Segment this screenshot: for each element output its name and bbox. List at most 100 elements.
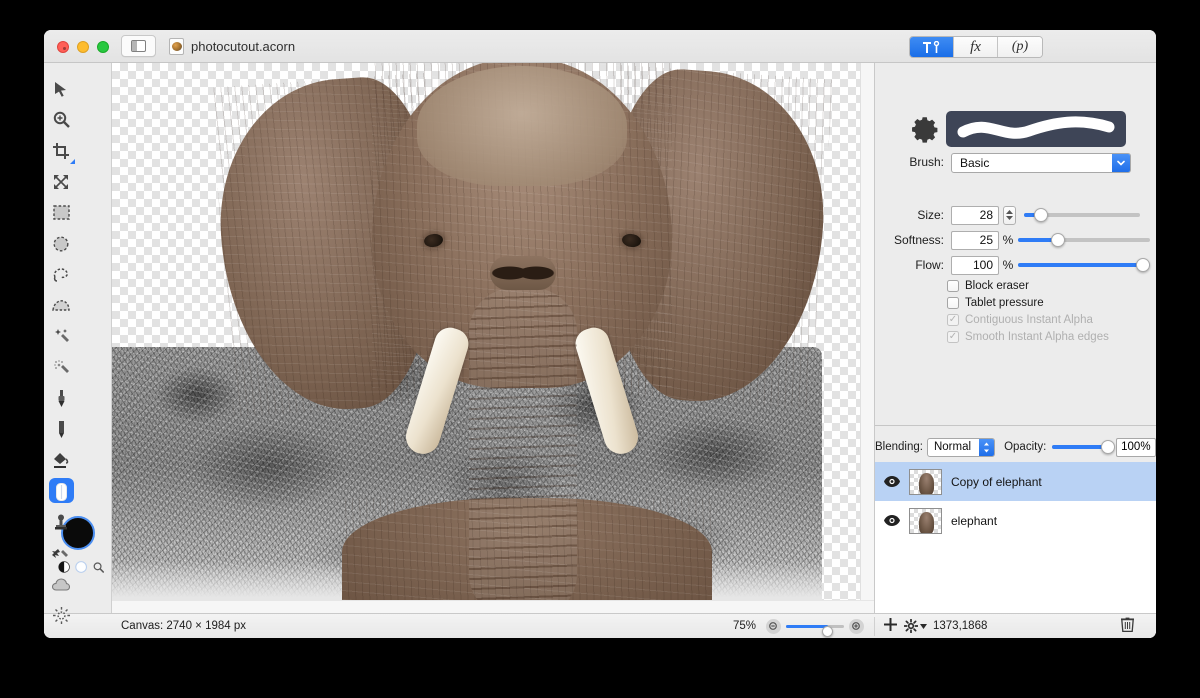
canvas-horizontal-scrollbar[interactable] <box>112 600 874 613</box>
magic-wand-tool[interactable] <box>44 321 78 352</box>
elephant-layer-image <box>210 63 834 613</box>
checkbox-label: Contiguous Instant Alpha <box>965 314 1093 326</box>
delete-layer-button[interactable] <box>1121 617 1134 635</box>
lasso-tool[interactable] <box>44 259 78 290</box>
chevron-down-icon <box>920 623 927 629</box>
brush-label: Brush: <box>909 155 944 169</box>
stepper-chevrons-icon[interactable] <box>979 438 995 456</box>
layer-name: Copy of elephant <box>951 474 1042 489</box>
paint-bucket-tool[interactable] <box>44 445 78 476</box>
background-color-swatch[interactable] <box>75 559 88 575</box>
elephant-forehead <box>417 66 627 186</box>
maximize-button[interactable] <box>97 41 109 53</box>
blending-label: Blending: <box>875 441 923 453</box>
tab-presets-label: (p) <box>1011 39 1029 54</box>
gear-icon[interactable] <box>911 115 939 143</box>
checkbox-block-eraser[interactable]: Block eraser <box>947 280 1029 292</box>
size-field[interactable]: 28 <box>951 205 999 225</box>
move-tool[interactable] <box>44 73 78 104</box>
checkbox-box: ✓ <box>947 331 959 343</box>
title-bar: photocutout.acorn fx (p) <box>44 30 1156 63</box>
checkbox-box[interactable] <box>947 297 959 309</box>
blending-select[interactable]: Normal <box>926 437 996 457</box>
checkbox-contiguous-instant-alpha: ✓ Contiguous Instant Alpha <box>947 314 1093 326</box>
softness-row: Softness: 25 % <box>875 229 1156 251</box>
softness-label: Softness: <box>893 233 944 247</box>
tab-tools[interactable] <box>910 37 954 57</box>
opacity-slider[interactable] <box>1052 438 1116 457</box>
softness-field[interactable]: 25 <box>951 230 999 250</box>
layers-header: Blending: Normal Opacity: 100% <box>875 433 1156 461</box>
inspector-panel: Brush: Basic Size: 28 Softness: 25 % Flo… <box>874 63 1156 638</box>
acorn-document-icon <box>169 38 184 55</box>
tools-icon <box>922 40 939 53</box>
minimize-button[interactable] <box>77 41 89 53</box>
brush-tool[interactable] <box>44 383 78 414</box>
flow-slider[interactable] <box>1018 256 1150 275</box>
chevron-down-icon[interactable] <box>1112 154 1130 172</box>
sidebar-toggle-button[interactable] <box>121 35 156 57</box>
flow-field[interactable]: 100 <box>951 255 999 275</box>
checkbox-label: Smooth Instant Alpha edges <box>965 331 1109 343</box>
layer-thumbnail <box>909 507 942 534</box>
tool-variant-indicator <box>70 159 75 164</box>
add-layer-button[interactable] <box>883 617 898 634</box>
zoom-level-label: 75% <box>733 620 757 632</box>
opacity-field[interactable]: 100% <box>1115 437 1156 457</box>
instant-alpha-tool[interactable] <box>44 352 78 383</box>
size-slider[interactable] <box>1024 206 1140 225</box>
elliptical-selection-tool[interactable] <box>44 228 78 259</box>
tab-presets[interactable]: (p) <box>998 37 1042 57</box>
trash-icon <box>1121 617 1134 633</box>
layer-name: elephant <box>951 513 998 528</box>
rectangular-selection-tool[interactable] <box>44 197 78 228</box>
zoom-tool[interactable] <box>44 104 78 135</box>
tab-effects[interactable]: fx <box>954 37 998 57</box>
softness-slider[interactable] <box>1018 231 1150 250</box>
document-title: photocutout.acorn <box>191 39 296 54</box>
zoom-out-icon[interactable] <box>766 618 781 634</box>
brush-select[interactable]: Basic <box>951 153 1131 173</box>
gear-icon <box>904 619 918 633</box>
sidebar-icon <box>131 40 146 52</box>
tab-effects-label: fx <box>970 38 981 55</box>
checkbox-box: ✓ <box>947 314 959 326</box>
size-row: Size: 28 <box>875 204 1156 226</box>
checkbox-box[interactable] <box>947 280 959 292</box>
canvas-vertical-scrollbar[interactable] <box>860 63 874 613</box>
elephant-nostrils <box>490 256 556 290</box>
canvas-area[interactable] <box>112 63 874 613</box>
zoom-slider[interactable] <box>766 618 864 637</box>
canvas-size-label: Canvas: 2740 × 1984 px <box>121 620 246 632</box>
pencil-tool[interactable] <box>44 414 78 445</box>
checkbox-smooth-instant-alpha-edges: ✓ Smooth Instant Alpha edges <box>947 331 1109 343</box>
status-divider <box>874 617 875 636</box>
layer-list[interactable]: Copy of elephant elephant <box>875 462 1156 638</box>
status-bar: Canvas: 2740 × 1984 px 75% 1373,1868 <box>44 613 1156 638</box>
checkbox-tablet-pressure[interactable]: Tablet pressure <box>947 297 1044 309</box>
app-window: photocutout.acorn fx (p) Brush: Basic Si… <box>44 30 1156 638</box>
inspector-segmented-control[interactable]: fx (p) <box>909 36 1043 58</box>
eye-icon[interactable] <box>884 476 900 487</box>
crop-tool[interactable] <box>44 135 78 166</box>
panel-divider <box>875 425 1156 426</box>
eraser-tool[interactable] <box>44 476 78 507</box>
checkbox-label: Block eraser <box>965 280 1029 292</box>
transform-tool[interactable] <box>44 166 78 197</box>
size-stepper[interactable] <box>1003 205 1016 225</box>
flow-label: Flow: <box>915 258 944 272</box>
eye-icon[interactable] <box>884 515 900 526</box>
brush-stroke-preview[interactable] <box>946 111 1126 147</box>
layer-actions-button[interactable] <box>904 619 927 633</box>
close-button[interactable] <box>57 41 69 53</box>
polygon-lasso-tool[interactable] <box>44 290 78 321</box>
layer-row-copy-of-elephant[interactable]: Copy of elephant <box>875 462 1156 501</box>
checkbox-label: Tablet pressure <box>965 297 1044 309</box>
layer-row-elephant[interactable]: elephant <box>875 501 1156 540</box>
flow-unit: % <box>1002 258 1014 272</box>
zoom-loupe-icon[interactable] <box>93 560 104 575</box>
blending-value: Normal <box>933 441 972 453</box>
document-title-group: photocutout.acorn <box>169 30 295 63</box>
zoom-in-icon[interactable] <box>849 618 864 634</box>
cursor-coordinates: 1373,1868 <box>933 620 988 632</box>
